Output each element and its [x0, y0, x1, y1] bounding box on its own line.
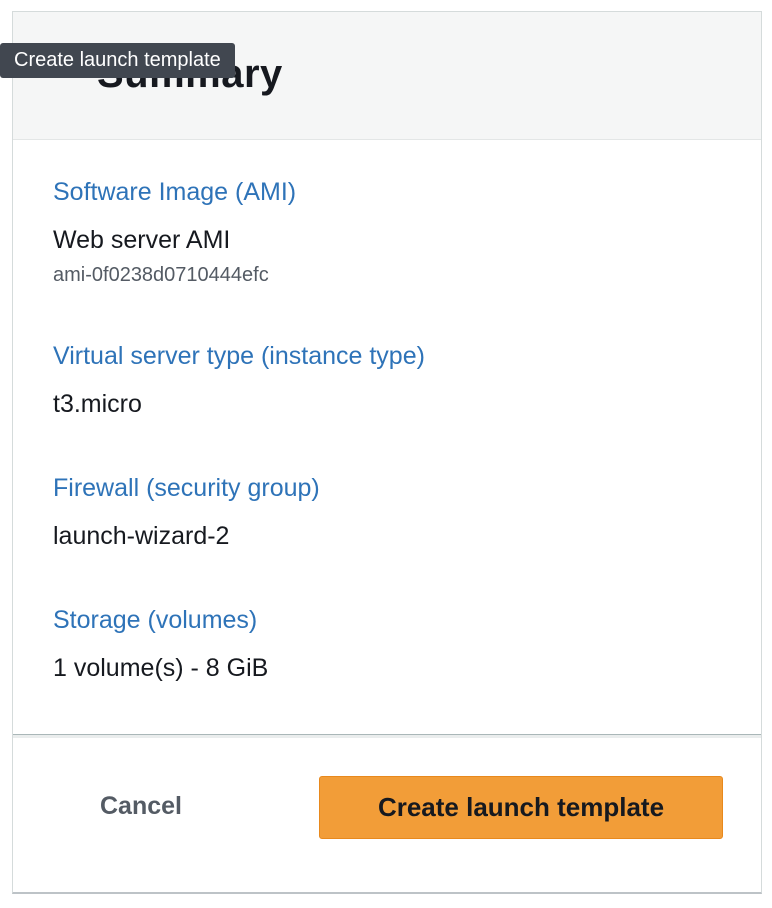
- security-group-value: launch-wizard-2: [53, 522, 230, 550]
- ami-field: Software Image (AMI) Web server AMI ami-…: [53, 177, 296, 287]
- summary-footer: Cancel Create launch template: [13, 735, 761, 892]
- summary-panel: Summary Software Image (AMI) Web server …: [12, 11, 762, 894]
- storage-field: Storage (volumes) 1 volume(s) - 8 GiB: [53, 605, 268, 683]
- ami-id: ami-0f0238d0710444efc: [53, 264, 269, 286]
- ami-label-link[interactable]: Software Image (AMI): [53, 177, 296, 207]
- instance-type-value: t3.micro: [53, 390, 142, 418]
- create-launch-template-button[interactable]: Create launch template: [319, 776, 723, 839]
- storage-value: 1 volume(s) - 8 GiB: [53, 654, 269, 682]
- ami-value: Web server AMI: [53, 226, 231, 254]
- security-group-field: Firewall (security group) launch-wizard-…: [53, 473, 320, 551]
- tooltip: Create launch template: [0, 43, 235, 78]
- cancel-button[interactable]: Cancel: [79, 774, 203, 838]
- storage-label-link[interactable]: Storage (volumes): [53, 605, 268, 635]
- instance-type-field: Virtual server type (instance type) t3.m…: [53, 341, 425, 419]
- instance-type-label-link[interactable]: Virtual server type (instance type): [53, 341, 425, 371]
- summary-body: Software Image (AMI) Web server AMI ami-…: [13, 140, 761, 735]
- security-group-label-link[interactable]: Firewall (security group): [53, 473, 320, 503]
